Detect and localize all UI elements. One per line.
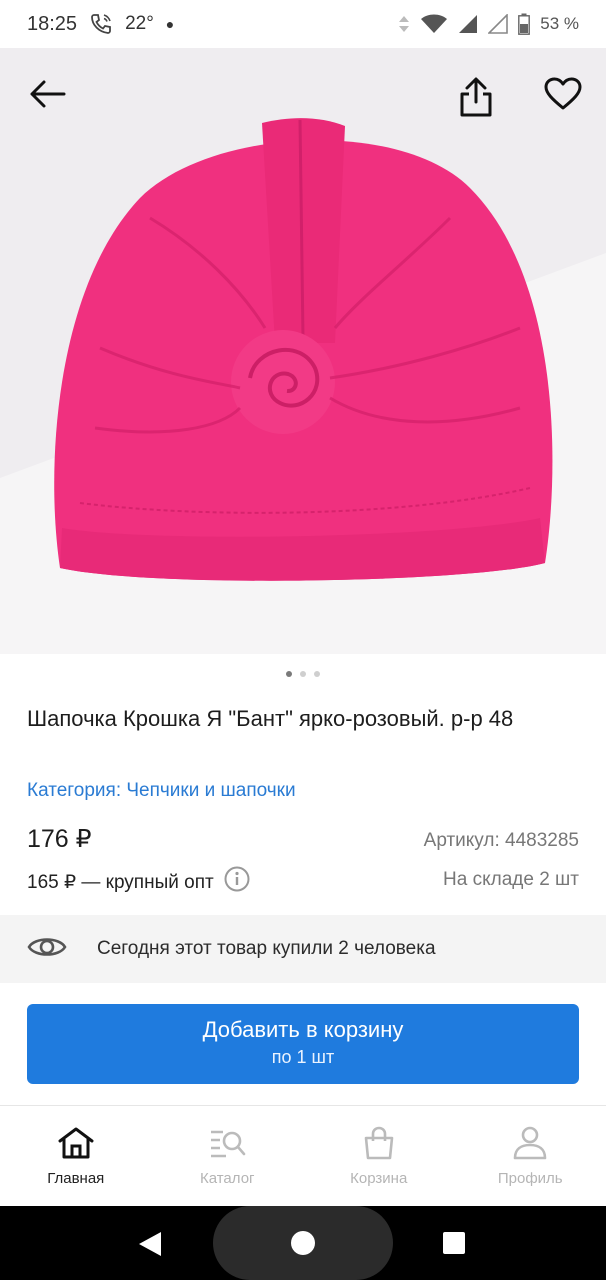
system-back-button[interactable] [137,1230,163,1263]
back-button[interactable] [23,70,71,118]
carousel-dot[interactable] [286,671,292,677]
add-to-cart-label: Добавить в корзину [202,1017,404,1042]
nav-label-catalog: Каталог [199,1170,255,1187]
triangle-back-icon [139,1232,161,1256]
favorite-button[interactable] [539,70,587,118]
status-bar: 18:25 22° ● 53 % [0,0,606,48]
add-to-cart-button[interactable]: Добавить в корзину по 1 шт [27,1004,579,1084]
data-arrows-icon [398,15,410,33]
system-home-button[interactable] [290,1230,316,1261]
share-icon [460,77,492,117]
share-button[interactable] [452,73,500,121]
nav-item-profile[interactable]: Профиль [455,1106,606,1205]
status-temperature: 22° [125,13,154,34]
carousel-dot[interactable] [300,671,306,677]
battery-icon [518,13,531,35]
system-recents-button[interactable] [442,1231,466,1260]
status-time: 18:25 [27,12,78,35]
nav-item-home[interactable]: Главная [0,1106,152,1205]
wholesale-price: 165 ₽ — крупный опт [27,871,214,893]
signal-empty-icon [488,14,509,34]
system-navigation-bar [0,1206,606,1280]
product-photo [0,48,606,654]
phone-icon [89,13,113,35]
arrow-left-icon [30,80,66,108]
heart-icon [544,77,582,110]
shopping-bag-icon [364,1126,394,1160]
signal-icon [458,14,478,34]
circle-home-icon [291,1231,315,1255]
catalog-search-icon [211,1130,246,1158]
info-icon[interactable] [224,866,250,898]
product-title: Шапочка Крошка Я "Бант" ярко-розовый. р-… [27,706,514,731]
home-icon [58,1127,94,1159]
notification-dot-icon: ● [165,16,175,32]
nav-label-profile: Профиль [497,1170,563,1187]
nav-label-cart: Корзина [350,1170,408,1187]
carousel-indicator [0,671,606,677]
wifi-icon [420,14,448,34]
carousel-dot[interactable] [314,671,320,677]
square-recents-icon [443,1232,465,1254]
stock-status: На складе 2 шт [443,869,579,890]
eye-icon [27,933,67,966]
nav-item-catalog[interactable]: Каталог [152,1106,304,1205]
product-article: Артикул: 4483285 [423,830,579,851]
nav-item-cart[interactable]: Корзина [303,1106,455,1205]
battery-percent: 53 % [540,14,579,33]
wholesale-price-row: 165 ₽ — крупный опт [27,866,250,898]
product-image-carousel[interactable] [0,48,606,654]
social-proof-banner: Сегодня этот товар купили 2 человека [0,915,606,983]
product-price: 176 ₽ [27,825,92,853]
social-proof-text: Сегодня этот товар купили 2 человека [97,938,436,959]
nav-label-home: Главная [47,1170,105,1187]
add-to-cart-quantity: по 1 шт [271,1047,335,1067]
profile-icon [513,1126,547,1160]
bottom-navigation: Главная Каталог Корзина Профиль [0,1105,606,1205]
category-link[interactable]: Категория: Чепчики и шапочки [27,780,296,802]
